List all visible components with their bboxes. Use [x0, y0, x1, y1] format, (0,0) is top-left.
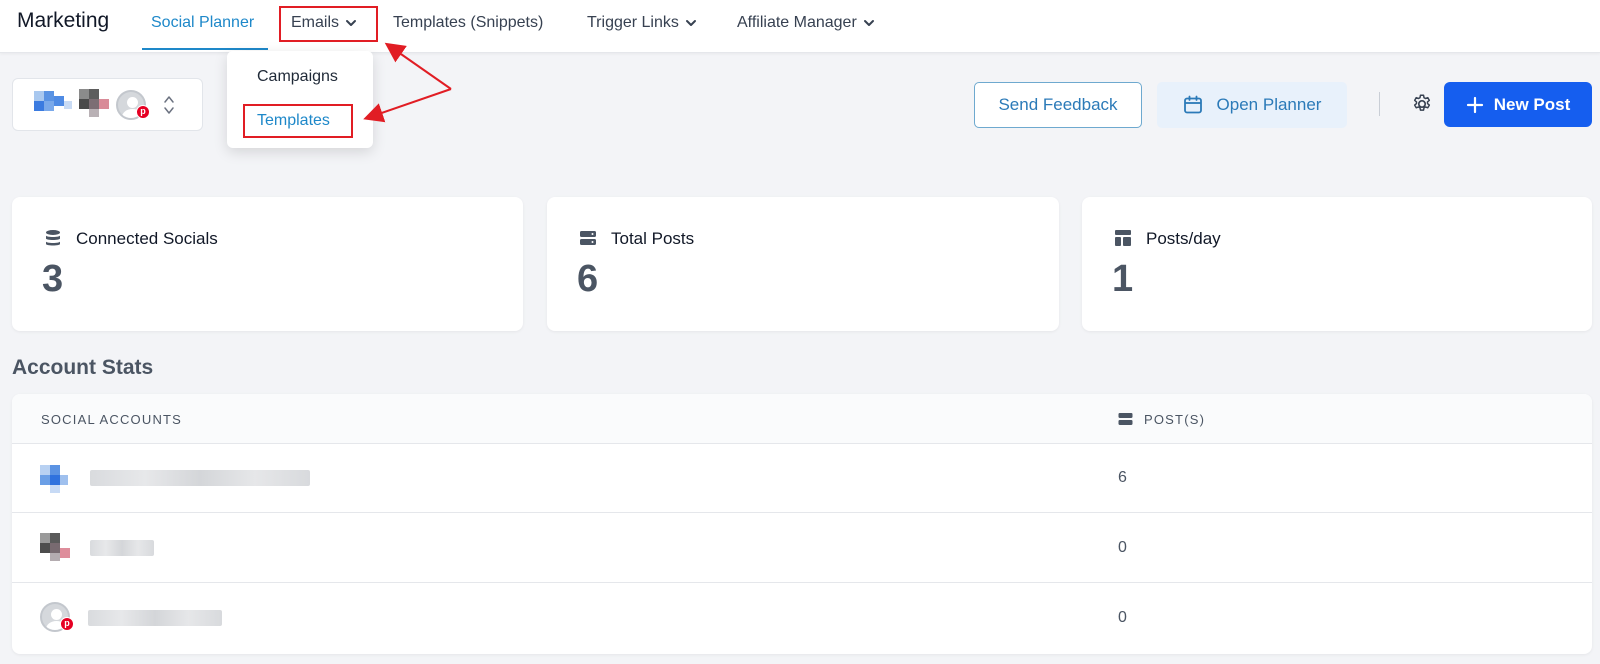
- post-count: 6: [1118, 469, 1127, 486]
- pinterest-icon: p: [60, 617, 74, 631]
- stat-value: 3: [42, 258, 64, 300]
- server-icon: [1118, 413, 1133, 425]
- column-header-posts: POST(S): [1144, 412, 1206, 427]
- table-header: SOCIAL ACCOUNTS POST(S): [12, 394, 1592, 444]
- table-row[interactable]: 6: [12, 444, 1592, 513]
- account-stats-table: SOCIAL ACCOUNTS POST(S) 6 0 p 0: [12, 394, 1592, 654]
- stat-value: 1: [1112, 258, 1134, 300]
- server-icon: [580, 231, 596, 245]
- toolbar-divider: [1379, 92, 1380, 116]
- stat-label: Posts/day: [1146, 229, 1221, 248]
- gear-icon[interactable]: [1411, 93, 1433, 115]
- send-feedback-button[interactable]: Send Feedback: [974, 82, 1142, 128]
- database-icon: [46, 230, 60, 246]
- stat-card-total-posts: Total Posts 6: [547, 197, 1059, 331]
- button-label: Send Feedback: [998, 95, 1118, 114]
- calendar-icon: [1183, 95, 1202, 114]
- open-planner-button[interactable]: Open Planner: [1157, 82, 1347, 128]
- layout-icon: [1115, 230, 1131, 246]
- pinterest-icon: p: [136, 105, 150, 119]
- account-name-redacted: [90, 540, 154, 556]
- account-selector[interactable]: p: [12, 78, 203, 131]
- stat-value: 6: [577, 258, 599, 300]
- account-name-redacted: [88, 610, 222, 626]
- table-row[interactable]: 0: [12, 514, 1592, 583]
- stat-card-posts-per-day: Posts/day 1: [1082, 197, 1592, 331]
- button-label: New Post: [1493, 94, 1571, 114]
- new-post-button[interactable]: New Post: [1444, 82, 1592, 127]
- post-count: 0: [1118, 539, 1127, 556]
- section-title-account-stats: Account Stats: [12, 356, 154, 379]
- stat-label: Total Posts: [611, 229, 695, 248]
- account-name-redacted: [90, 470, 310, 486]
- table-row[interactable]: p 0: [12, 584, 1592, 653]
- stat-card-connected-socials: Connected Socials 3: [12, 197, 523, 331]
- plus-icon: [1466, 96, 1483, 113]
- stat-label: Connected Socials: [76, 229, 218, 248]
- post-count: 0: [1118, 609, 1127, 626]
- button-label: Open Planner: [1216, 95, 1322, 114]
- chevron-up-down-icon: [164, 96, 174, 114]
- column-header-social-accounts: SOCIAL ACCOUNTS: [41, 412, 183, 427]
